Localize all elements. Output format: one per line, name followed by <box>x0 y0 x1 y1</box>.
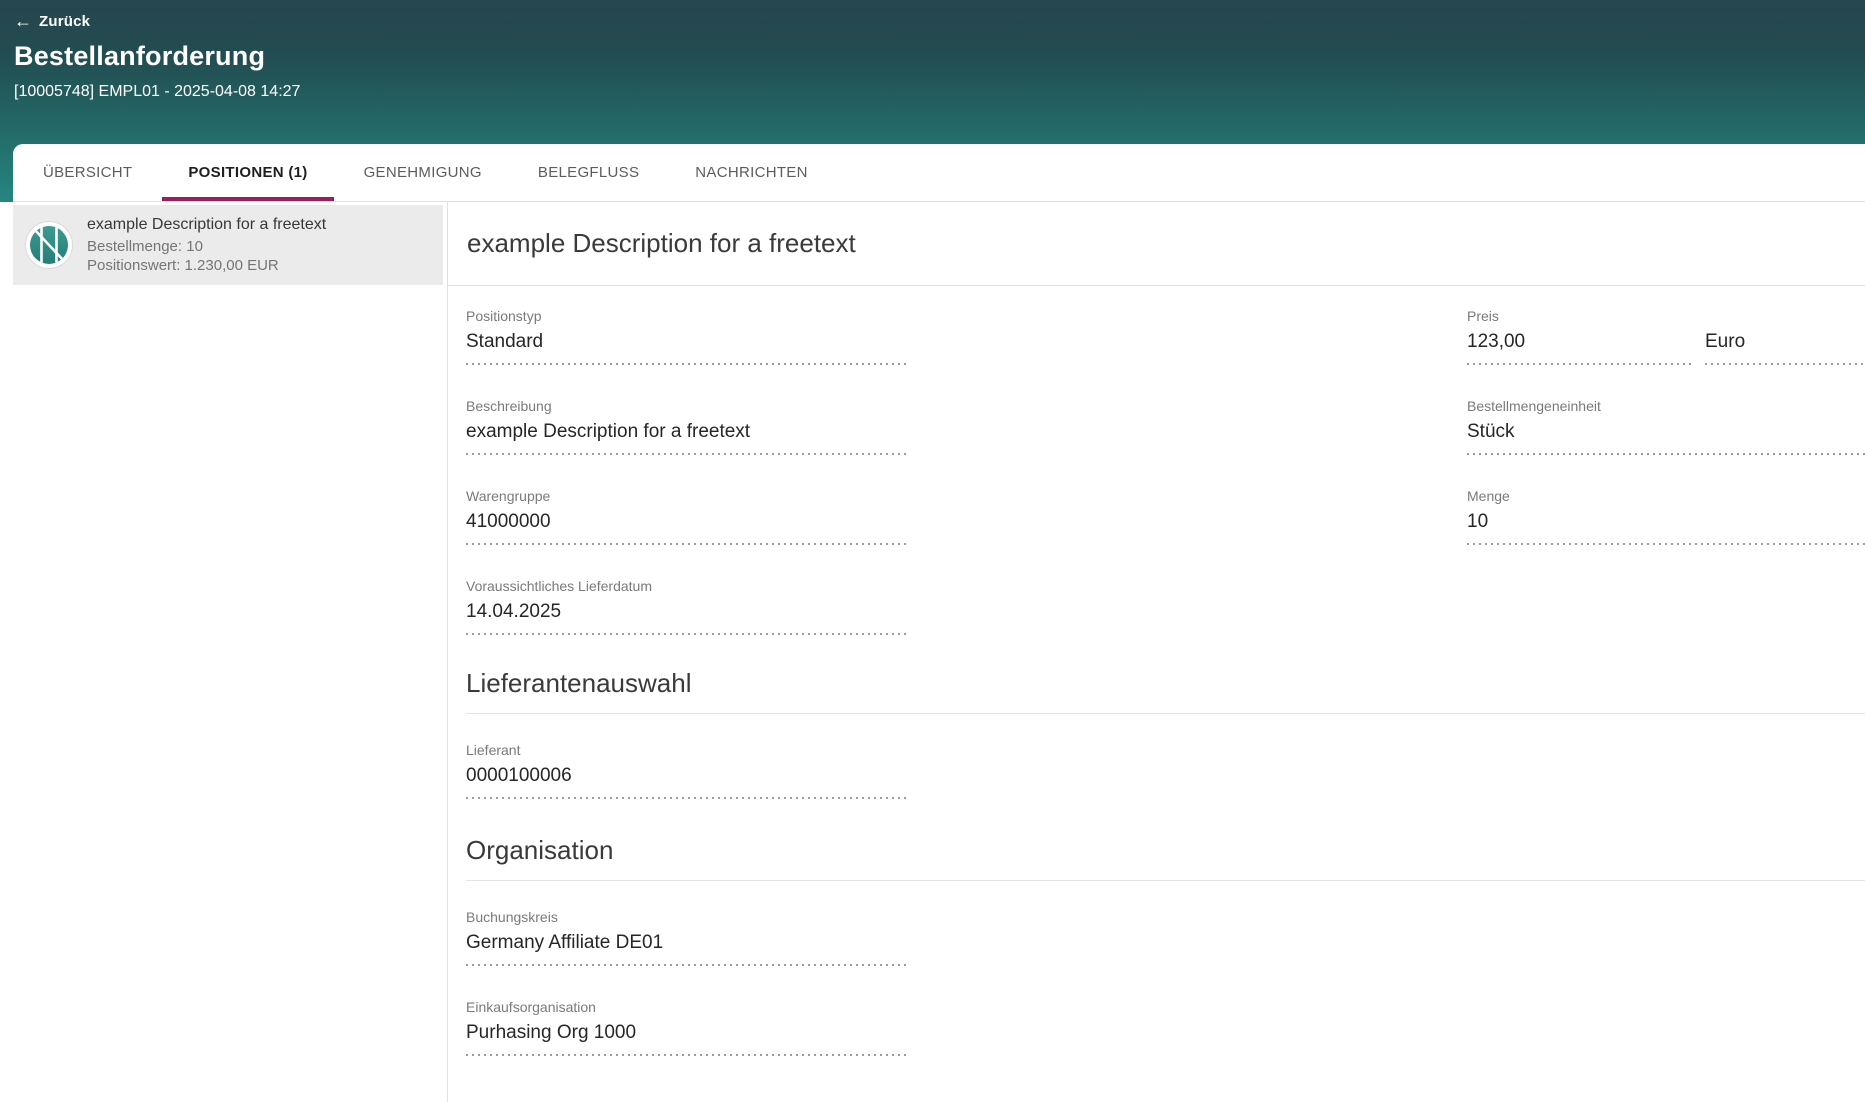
form-row: Positionstyp Standard Preis 123,00 <box>466 308 1865 365</box>
tab-genehmigung[interactable]: GENEHMIGUNG <box>336 144 510 201</box>
field-positionstyp: Positionstyp Standard <box>466 308 908 365</box>
field-underline <box>1467 453 1865 455</box>
field-preis-value[interactable]: 123,00 <box>1467 331 1695 353</box>
field-einkaufsorganisation: Einkaufsorganisation Purhasing Org 1000 <box>466 999 908 1056</box>
field-lieferdatum-value[interactable]: 14.04.2025 <box>466 601 908 623</box>
field-menge-value[interactable]: 10 <box>1467 511 1865 533</box>
field-label: Warengruppe <box>466 488 908 504</box>
tab-positionen[interactable]: POSITIONEN (1) <box>160 144 335 201</box>
tab-bar: ÜBERSICHT POSITIONEN (1) GENEHMIGUNG BEL… <box>13 144 1865 202</box>
field-buchungskreis: Buchungskreis Germany Affiliate DE01 <box>466 909 908 966</box>
field-buchungskreis-value[interactable]: Germany Affiliate DE01 <box>466 932 908 954</box>
field-label: Menge <box>1467 488 1865 504</box>
field-lieferant-value[interactable]: 0000100006 <box>466 765 908 787</box>
field-preis-group: Preis 123,00 Euro <box>1467 308 1865 365</box>
section-title: Organisation <box>466 835 1865 866</box>
page-header: ← Zurück Bestellanforderung [10005748] E… <box>14 10 300 101</box>
field-bestellmengeneinheit-value[interactable]: Stück <box>1467 421 1865 443</box>
form-row: Voraussichtliches Lieferdatum 14.04.2025 <box>466 578 1865 635</box>
field-underline <box>466 964 908 966</box>
back-button-label: Zurück <box>39 13 90 30</box>
field-underline <box>466 543 908 545</box>
field-menge: Menge 10 <box>1467 488 1865 545</box>
detail-heading-row: example Description for a freetext <box>448 202 1865 286</box>
content-body: example Description for a freetext Beste… <box>13 202 1865 1102</box>
field-underline <box>1467 363 1695 365</box>
field-bestellmengeneinheit: Bestellmengeneinheit Stück <box>1467 398 1865 455</box>
field-label: Preis <box>1467 308 1865 324</box>
field-underline <box>466 633 908 635</box>
tab-belegfluss[interactable]: BELEGFLUSS <box>510 144 667 201</box>
field-label: Positionstyp <box>466 308 908 324</box>
detail-form: Positionstyp Standard Preis 123,00 <box>448 286 1865 1089</box>
position-list: example Description for a freetext Beste… <box>13 202 447 1102</box>
field-label: Bestellmengeneinheit <box>1467 398 1865 414</box>
back-button[interactable]: ← Zurück <box>14 10 300 32</box>
page-subtitle: [10005748] EMPL01 - 2025-04-08 14:27 <box>14 83 300 101</box>
form-row: Einkaufsorganisation Purhasing Org 1000 <box>466 999 1865 1056</box>
tab-uebersicht[interactable]: ÜBERSICHT <box>15 144 160 201</box>
item-title: example Description for a freetext <box>87 216 326 234</box>
section-organisation: Organisation Buchungskreis Germany Affil… <box>466 835 1865 1056</box>
field-underline <box>1705 363 1865 365</box>
field-label: Buchungskreis <box>466 909 908 925</box>
field-underline <box>466 797 908 799</box>
field-waehrung: Euro <box>1705 331 1865 365</box>
form-row: Lieferant 0000100006 <box>466 742 1865 799</box>
arrow-left-icon: ← <box>14 12 32 30</box>
form-row: Warengruppe 41000000 Menge 10 <box>466 488 1865 545</box>
section-title: Lieferantenauswahl <box>466 668 1865 699</box>
field-waehrung-value[interactable]: Euro <box>1705 331 1865 353</box>
content-card: ÜBERSICHT POSITIONEN (1) GENEHMIGUNG BEL… <box>13 144 1865 1102</box>
position-list-item[interactable]: example Description for a freetext Beste… <box>13 205 443 285</box>
field-lieferant: Lieferant 0000100006 <box>466 742 908 799</box>
field-label: Lieferant <box>466 742 908 758</box>
field-lieferdatum: Voraussichtliches Lieferdatum 14.04.2025 <box>466 578 908 635</box>
item-order-quantity: Bestellmenge: 10 <box>87 237 326 256</box>
field-label: Einkaufsorganisation <box>466 999 908 1015</box>
position-detail-panel: example Description for a freetext Posit… <box>447 202 1865 1102</box>
field-einkaufsorganisation-value[interactable]: Purhasing Org 1000 <box>466 1022 908 1044</box>
field-beschreibung: Beschreibung example Description for a f… <box>466 398 908 455</box>
n-logo-icon <box>25 221 73 269</box>
field-underline <box>466 1054 908 1056</box>
field-label: Beschreibung <box>466 398 908 414</box>
section-lieferantenauswahl: Lieferantenauswahl Lieferant 0000100006 <box>466 668 1865 799</box>
field-preis: 123,00 <box>1467 331 1695 365</box>
field-warengruppe: Warengruppe 41000000 <box>466 488 908 545</box>
field-underline <box>466 453 908 455</box>
form-row: Buchungskreis Germany Affiliate DE01 <box>466 909 1865 966</box>
field-underline <box>1467 543 1865 545</box>
field-warengruppe-value[interactable]: 41000000 <box>466 511 908 533</box>
tab-nachrichten[interactable]: NACHRICHTEN <box>667 144 835 201</box>
item-position-value: Positionswert: 1.230,00 EUR <box>87 256 326 275</box>
field-label: Voraussichtliches Lieferdatum <box>466 578 908 594</box>
field-beschreibung-value[interactable]: example Description for a freetext <box>466 421 908 443</box>
field-underline <box>466 363 908 365</box>
page-title: Bestellanforderung <box>14 41 300 72</box>
field-positionstyp-value[interactable]: Standard <box>466 331 908 353</box>
detail-heading: example Description for a freetext <box>467 228 856 259</box>
form-row: Beschreibung example Description for a f… <box>466 398 1865 455</box>
